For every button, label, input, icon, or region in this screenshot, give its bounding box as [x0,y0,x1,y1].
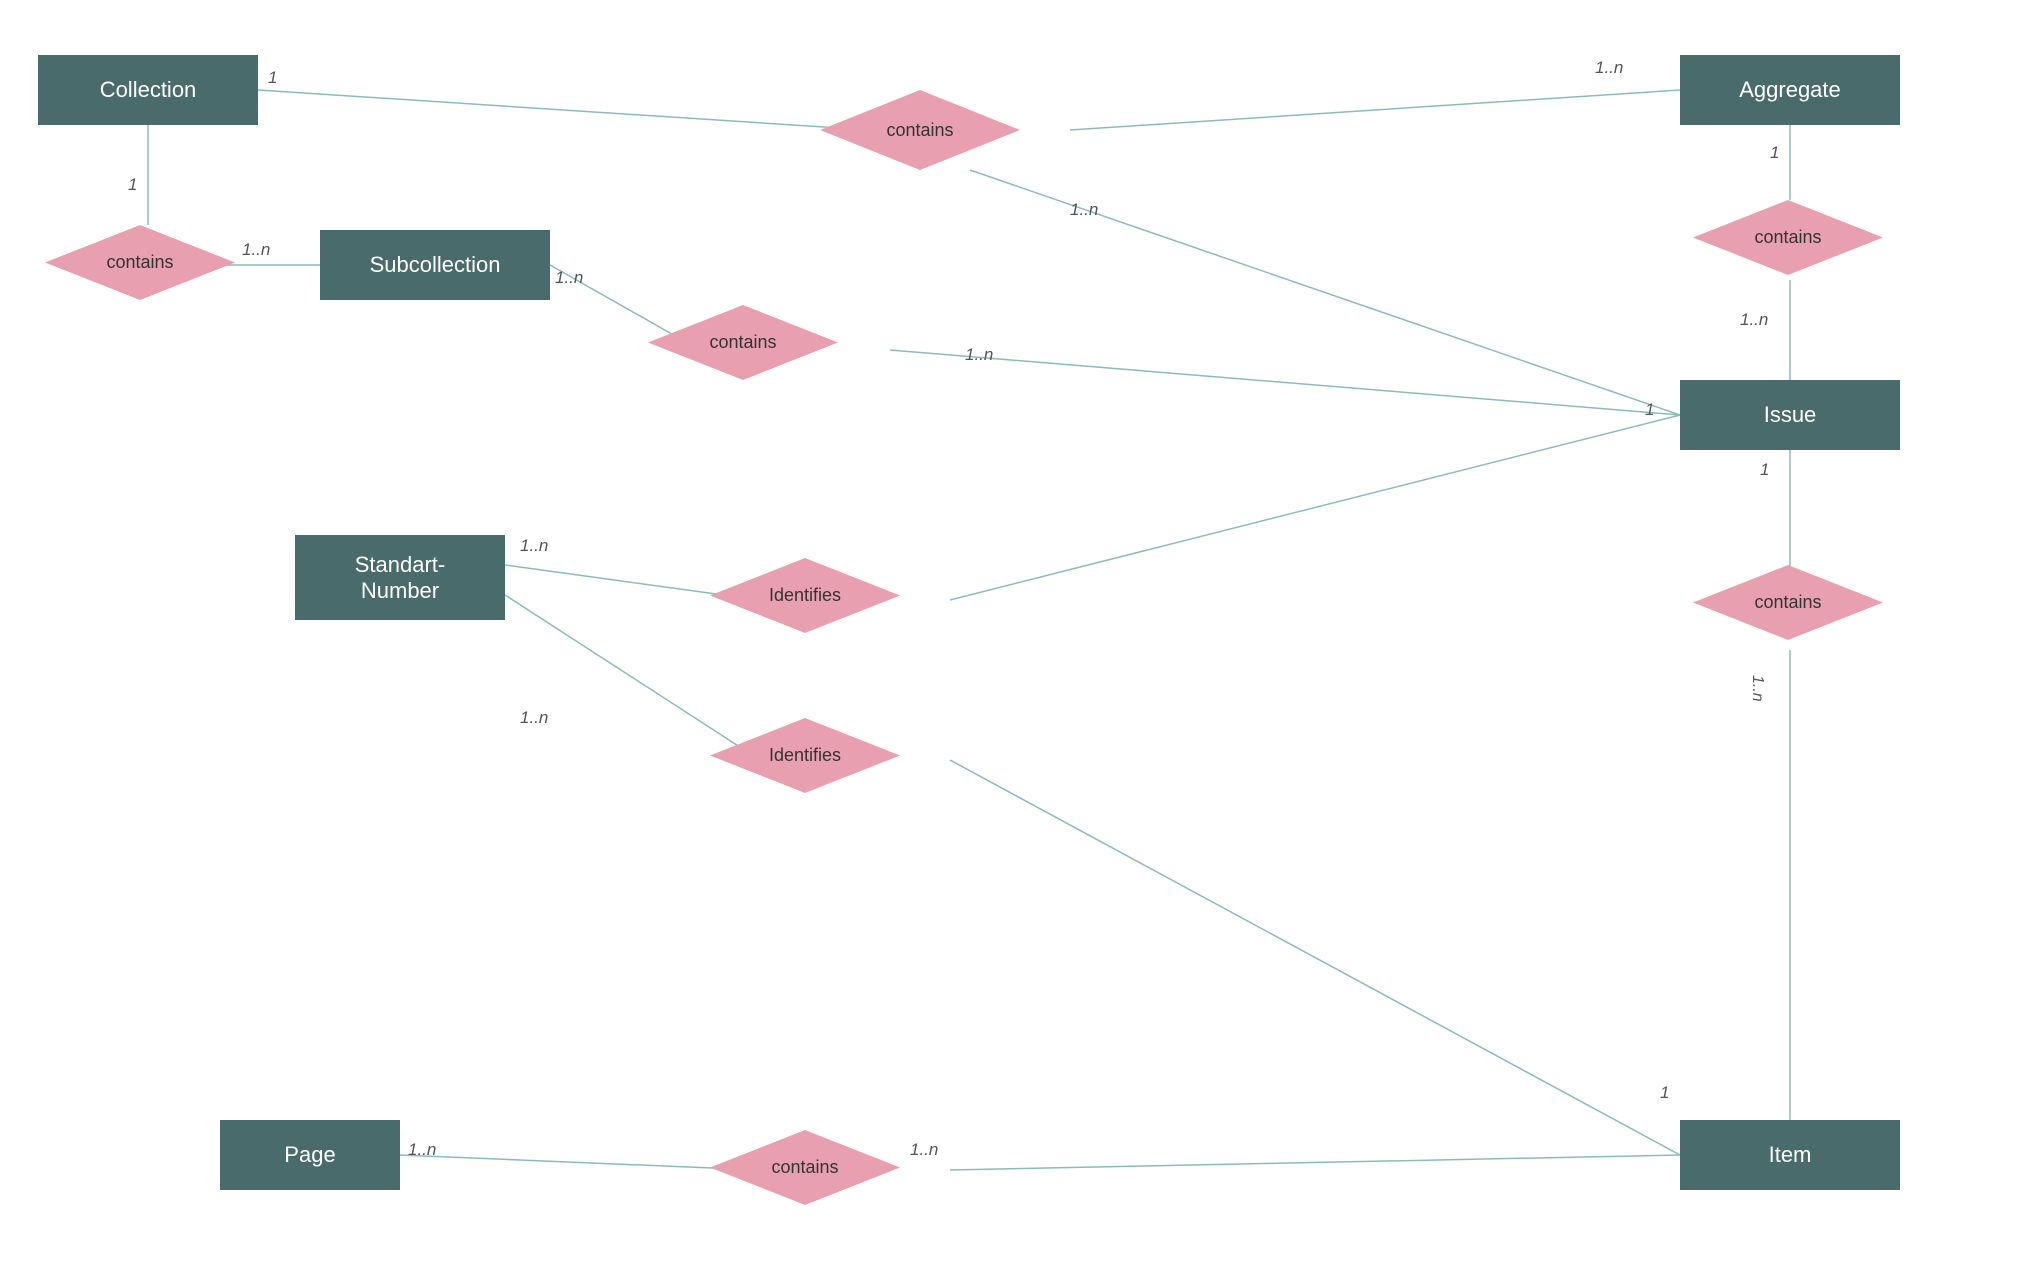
diamond-contains-aggregate: contains [1693,200,1883,275]
mult-contains-page-item: 1..n [910,1140,938,1160]
diagram-container: Collection Aggregate Subcollection Issue… [0,0,2034,1284]
diamond-identifies-bottom: Identifies [710,718,900,793]
connection-lines [0,0,2034,1284]
mult-page-contains: 1..n [408,1140,436,1160]
entity-standart-number: Standart-Number [295,535,505,620]
mult-standart-identifies-bot: 1..n [520,708,548,728]
mult-contains-agg-issue: 1..n [1740,310,1768,330]
mult-collection-contains-top: 1 [268,68,277,88]
mult-item-from-contains-issue: 1 [1660,1083,1669,1103]
entity-subcollection: Subcollection [320,230,550,300]
mult-contains-left-subcollection: 1..n [242,240,270,260]
entity-page: Page [220,1120,400,1190]
mult-contains-top-aggregate: 1..n [1595,58,1623,78]
diamond-contains-top: contains [820,90,1020,170]
mult-issue-contains: 1 [1760,460,1769,480]
diamond-contains-page: contains [710,1130,900,1205]
diamond-contains-issue: contains [1693,565,1883,640]
mult-subcollection-contains-sub: 1..n [555,268,583,288]
entity-collection: Collection [38,55,258,125]
mult-standart-identifies-top: 1..n [520,536,548,556]
mult-contains-top-issue-diag: 1..n [1070,200,1098,220]
mult-contains-sub-issue: 1..n [965,345,993,365]
diamond-contains-left: contains [45,225,235,300]
entity-issue: Issue [1680,380,1900,450]
diamond-contains-subcollection: contains [648,305,838,380]
entity-item: Item [1680,1120,1900,1190]
mult-aggregate-contains-agg: 1 [1770,143,1779,163]
mult-contains-issue-item: 1..n [1748,675,1766,702]
diamond-identifies-top: Identifies [710,558,900,633]
mult-issue-from-contains-sub: 1 [1645,400,1654,420]
entity-aggregate: Aggregate [1680,55,1900,125]
mult-collection-contains-left: 1 [128,175,137,195]
